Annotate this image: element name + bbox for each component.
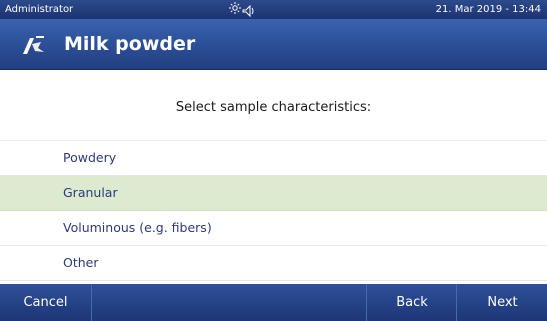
option-label: Voluminous (e.g. fibers)	[63, 220, 212, 235]
title-bar: Milk powder	[0, 19, 547, 70]
next-button[interactable]: Next	[456, 284, 547, 321]
page-title: Milk powder	[64, 33, 196, 55]
method-icon	[23, 36, 44, 54]
status-bar: Administrator 21. Mar 2019 - 13:44	[0, 0, 547, 19]
cancel-button[interactable]: Cancel	[0, 284, 92, 321]
option-powdery[interactable]: Powdery	[0, 140, 547, 176]
speaker-icon	[242, 4, 254, 18]
instruction-text: Select sample characteristics:	[175, 100, 372, 115]
action-bar: Cancel Back Next	[0, 284, 547, 321]
option-label: Granular	[63, 185, 118, 200]
option-other[interactable]: Other	[0, 246, 547, 281]
status-datetime: 21. Mar 2019 - 13:44	[435, 4, 541, 15]
option-label: Powdery	[63, 150, 117, 165]
back-button[interactable]: Back	[366, 284, 457, 321]
sun-icon	[229, 2, 254, 18]
characteristics-list: Powdery Granular Voluminous (e.g. fibers…	[0, 140, 547, 281]
option-granular[interactable]: Granular	[0, 176, 547, 211]
option-voluminous[interactable]: Voluminous (e.g. fibers)	[0, 211, 547, 246]
status-icons	[226, 1, 258, 18]
option-label: Other	[63, 255, 99, 270]
current-user: Administrator	[5, 4, 74, 15]
